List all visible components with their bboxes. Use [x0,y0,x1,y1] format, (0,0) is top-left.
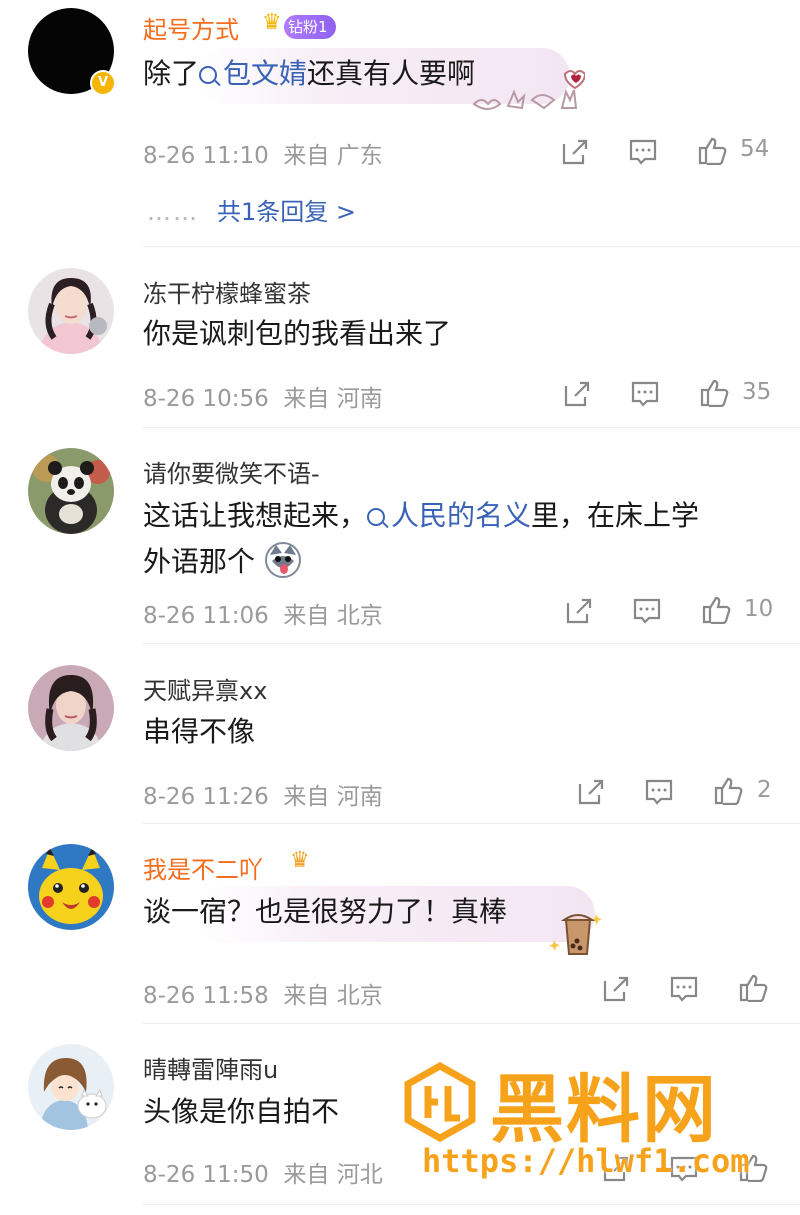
topic-search-icon [199,66,218,84]
username[interactable]: 起号方式 [143,10,239,45]
comment-meta: 8-26 11:06 来自 北京 [143,596,383,630]
topic-link[interactable]: 包文婧 [199,57,307,90]
share-icon[interactable] [562,379,592,409]
thumbs-up-icon[interactable] [713,775,743,805]
topic-label: 包文婧 [223,57,308,90]
share-icon[interactable] [564,596,594,626]
timestamp: 8-26 11:06 [143,603,269,629]
username[interactable]: 我是不二吖 [143,850,263,885]
topic-label: 人民的名义 [391,499,532,532]
thumbs-up-icon[interactable] [697,135,727,165]
username[interactable]: 晴轉雷陣雨u [143,1050,278,1085]
like-count: 10 [744,596,774,622]
timestamp: 8-26 11:10 [143,143,269,169]
comment-icon[interactable] [630,379,660,409]
bubble-tea-sticker [548,908,610,962]
timestamp: 8-26 10:56 [143,386,269,412]
comment-meta: 8-26 11:58 来自 北京 [143,976,383,1010]
timestamp: 8-26 11:26 [143,784,269,810]
topic-link[interactable]: 人民的名义 [367,499,531,532]
comment-text-part: 里，在床上学 [531,499,700,532]
replies-label: 共1条回复 > [217,198,357,226]
comment-meta: 8-26 10:56 来自 河南 [143,379,383,413]
comment-item: 我是不二吖 ♛ 谈一宿？也是很努力了！真棒 8-26 11:58 来自 北京 [0,824,800,1024]
comment-text: 这话让我想起来， 人民的名义里，在床上学 [143,494,763,538]
comment-text-part: 除了 [143,57,200,90]
hand-gesture-sticker [470,68,587,118]
timestamp: 8-26 11:58 [143,983,269,1009]
comment-item: 请你要微笑不语- 这话让我想起来， 人民的名义里，在床上学 外语那个 8-26 1… [0,428,800,644]
share-icon[interactable] [601,974,631,1004]
avatar[interactable] [28,268,114,354]
crown-icon: ♛ [290,848,310,873]
replies-dots: …… [147,198,199,226]
comment-item: V 起号方式 ♛ 钻粉1 除了 包文婧还真有人要啊 8-26 11:10 来自 广… [0,0,800,248]
comment-item: 冻干柠檬蜂蜜茶 你是讽刺包的我看出来了 8-26 10:56 来自 河南 35 [0,248,800,428]
fan-badge: 钻粉1 [284,15,336,39]
location: 来自 广东 [283,143,383,169]
location: 来自 河南 [283,784,383,810]
comment-text: 除了 包文婧还真有人要啊 [143,52,763,96]
comment-meta: 8-26 11:50 来自 河北 [143,1155,383,1189]
watermark-title: 黑料网 [490,1067,718,1153]
comment-icon[interactable] [628,137,658,167]
comment-text: 串得不像 [143,715,256,748]
watermark: 黑料网 https://hlwf1.com [400,1050,780,1200]
husky-emoji-icon [264,542,301,578]
thumbs-up-icon[interactable] [699,377,729,407]
location: 来自 北京 [283,603,383,629]
crown-icon: ♛ [262,10,282,35]
username[interactable]: 冻干柠檬蜂蜜茶 [143,274,311,309]
comment-icon[interactable] [669,974,699,1004]
like-count: 2 [757,777,772,803]
location: 来自 北京 [283,983,383,1009]
location: 来自 河南 [283,386,383,412]
verified-badge-icon: V [90,70,116,96]
comment-item: 天赋异禀xx 串得不像 8-26 11:26 来自 河南 2 [0,644,800,824]
divider [143,246,800,247]
avatar[interactable] [28,665,114,751]
view-replies-link[interactable]: …… 共1条回复 > [147,192,356,227]
like-count: 35 [742,379,772,405]
username[interactable]: 天赋异禀xx [143,671,267,706]
watermark-logo-icon [404,1062,476,1142]
comment-text-part: 还真有人要啊 [307,57,476,90]
comment-text-line2: 外语那个 [143,540,763,584]
avatar[interactable] [28,448,114,534]
comment-icon[interactable] [644,777,674,807]
divider [143,1204,800,1205]
avatar[interactable] [28,844,114,930]
comment-text: 你是讽刺包的我看出来了 [143,317,452,350]
timestamp: 8-26 11:50 [143,1162,269,1188]
comment-text-part: 外语那个 [143,545,256,578]
comment-text-part: 这话让我想起来， [143,499,368,532]
thumbs-up-icon[interactable] [701,594,731,624]
avatar[interactable] [28,1044,114,1130]
thumbs-up-icon[interactable] [738,972,768,1002]
comment-meta: 8-26 11:10 来自 广东 [143,136,383,170]
location: 来自 河北 [283,1162,383,1188]
comment-meta: 8-26 11:26 来自 河南 [143,777,383,811]
comment-text: 谈一宿？也是很努力了！真棒 [143,895,508,928]
share-icon[interactable] [560,137,590,167]
share-icon[interactable] [576,777,606,807]
topic-search-icon [367,508,386,526]
watermark-url: https://hlwf1.com [422,1142,750,1180]
username[interactable]: 请你要微笑不语- [143,454,320,489]
like-count: 54 [740,136,770,162]
comment-icon[interactable] [632,596,662,626]
